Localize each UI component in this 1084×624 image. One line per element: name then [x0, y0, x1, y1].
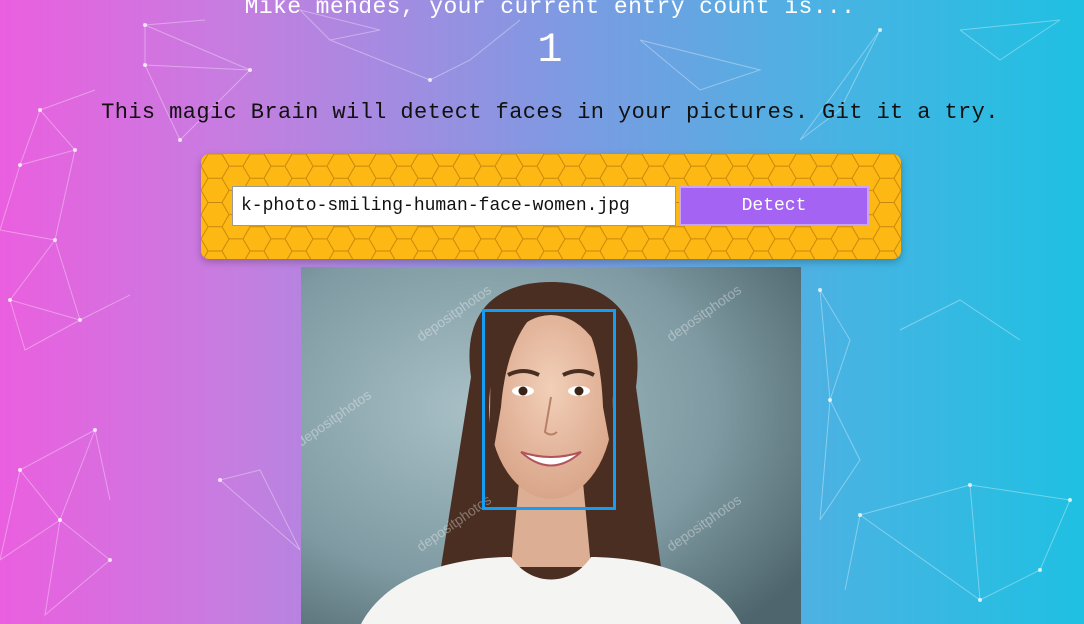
image-url-input[interactable]: k-photo-smiling-human-face-women.jpg — [232, 186, 676, 226]
image-url-form: k-photo-smiling-human-face-women.jpg Det… — [201, 154, 901, 259]
face-bounding-box — [482, 309, 616, 510]
entry-count-value: 1 — [537, 26, 563, 74]
detect-button[interactable]: Detect — [679, 186, 869, 226]
entry-count-message: Mike mendes, your current entry count is… — [244, 0, 856, 20]
app-tagline: This magic Brain will detect faces in yo… — [101, 100, 999, 125]
